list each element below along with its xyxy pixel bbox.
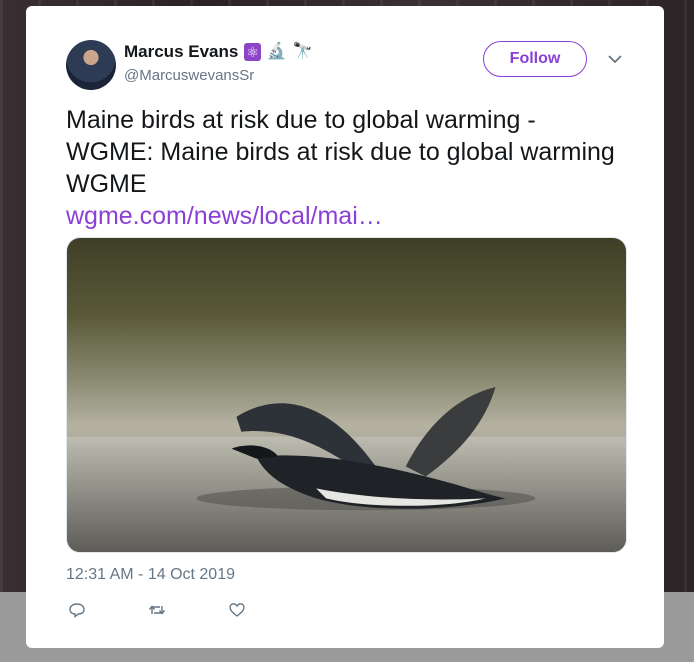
- atom-icon: ⚛: [244, 43, 261, 61]
- chevron-down-icon[interactable]: [606, 52, 624, 66]
- telescope-icon: 🔭: [292, 43, 313, 60]
- loon-photo: [67, 238, 626, 552]
- follow-button[interactable]: Follow: [483, 41, 587, 77]
- tweet-actions: [68, 600, 308, 620]
- reply-icon: [69, 603, 85, 618]
- tweet-link[interactable]: wgme.com/news/local/mai…: [66, 200, 626, 232]
- author-row: Marcus Evans ⚛ 🔬 🔭: [124, 42, 313, 62]
- microscope-icon: 🔬: [266, 43, 287, 60]
- retweet-button[interactable]: [148, 600, 228, 620]
- avatar[interactable]: [66, 40, 116, 90]
- media-image[interactable]: [66, 237, 627, 553]
- heart-icon: [229, 603, 245, 617]
- author-name[interactable]: Marcus Evans: [124, 42, 238, 62]
- author-handle[interactable]: @MarcuswevansSr: [124, 67, 254, 84]
- tweet-text: Maine birds at risk due to global warmin…: [66, 104, 626, 232]
- retweet-icon: [148, 605, 166, 615]
- timestamp[interactable]: 12:31 AM - 14 Oct 2019: [66, 566, 235, 584]
- tweet-body: Maine birds at risk due to global warmin…: [66, 106, 615, 198]
- like-button[interactable]: [228, 600, 308, 620]
- tweet-card: Marcus Evans ⚛ 🔬 🔭 @MarcuswevansSr Follo…: [26, 6, 664, 648]
- reply-button[interactable]: [68, 600, 148, 620]
